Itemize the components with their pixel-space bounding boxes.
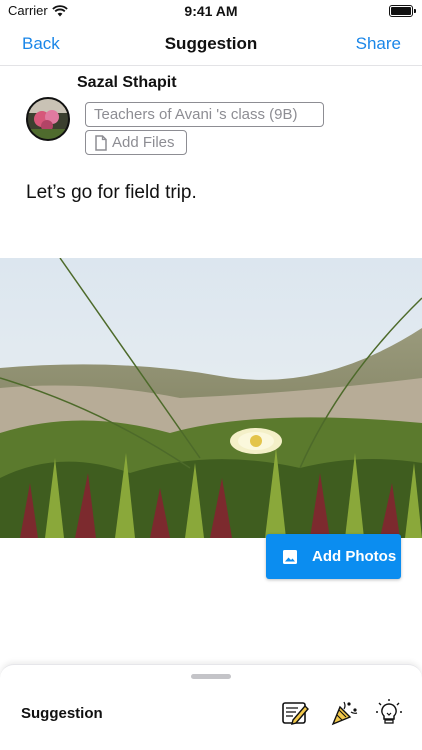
celebration-button[interactable] [328, 697, 360, 729]
share-button[interactable]: Share [356, 34, 401, 54]
status-time: 9:41 AM [184, 3, 238, 19]
audience-selector[interactable]: Teachers of Avani 's class (9B) [85, 102, 324, 127]
party-popper-icon [331, 701, 358, 726]
add-photos-button[interactable]: Add Photos [266, 534, 401, 579]
add-files-button[interactable]: Add Files [85, 130, 187, 155]
battery-icon [389, 5, 416, 17]
status-bar: Carrier 9:41 AM [0, 0, 422, 24]
add-files-label: Add Files [112, 134, 175, 151]
navigation-bar: Back Suggestion Share [0, 24, 422, 66]
bottom-sheet: Suggestion [0, 664, 422, 750]
post-type-label: Suggestion [21, 705, 103, 722]
image-icon [283, 549, 297, 564]
note-edit-button[interactable] [279, 697, 311, 729]
lightbulb-icon [376, 699, 402, 724]
add-photos-label: Add Photos [312, 548, 397, 565]
author-name: Sazal Sthapit [77, 74, 177, 91]
sheet-grabber[interactable] [191, 674, 231, 679]
avatar[interactable] [26, 97, 70, 141]
note-edit-icon [282, 702, 309, 725]
post-text[interactable]: Let’s go for field trip. [26, 182, 197, 204]
document-icon [95, 134, 107, 151]
attached-photo[interactable] [0, 258, 422, 538]
idea-button[interactable] [373, 697, 405, 729]
audience-label: Teachers of Avani 's class (9B) [94, 106, 298, 123]
